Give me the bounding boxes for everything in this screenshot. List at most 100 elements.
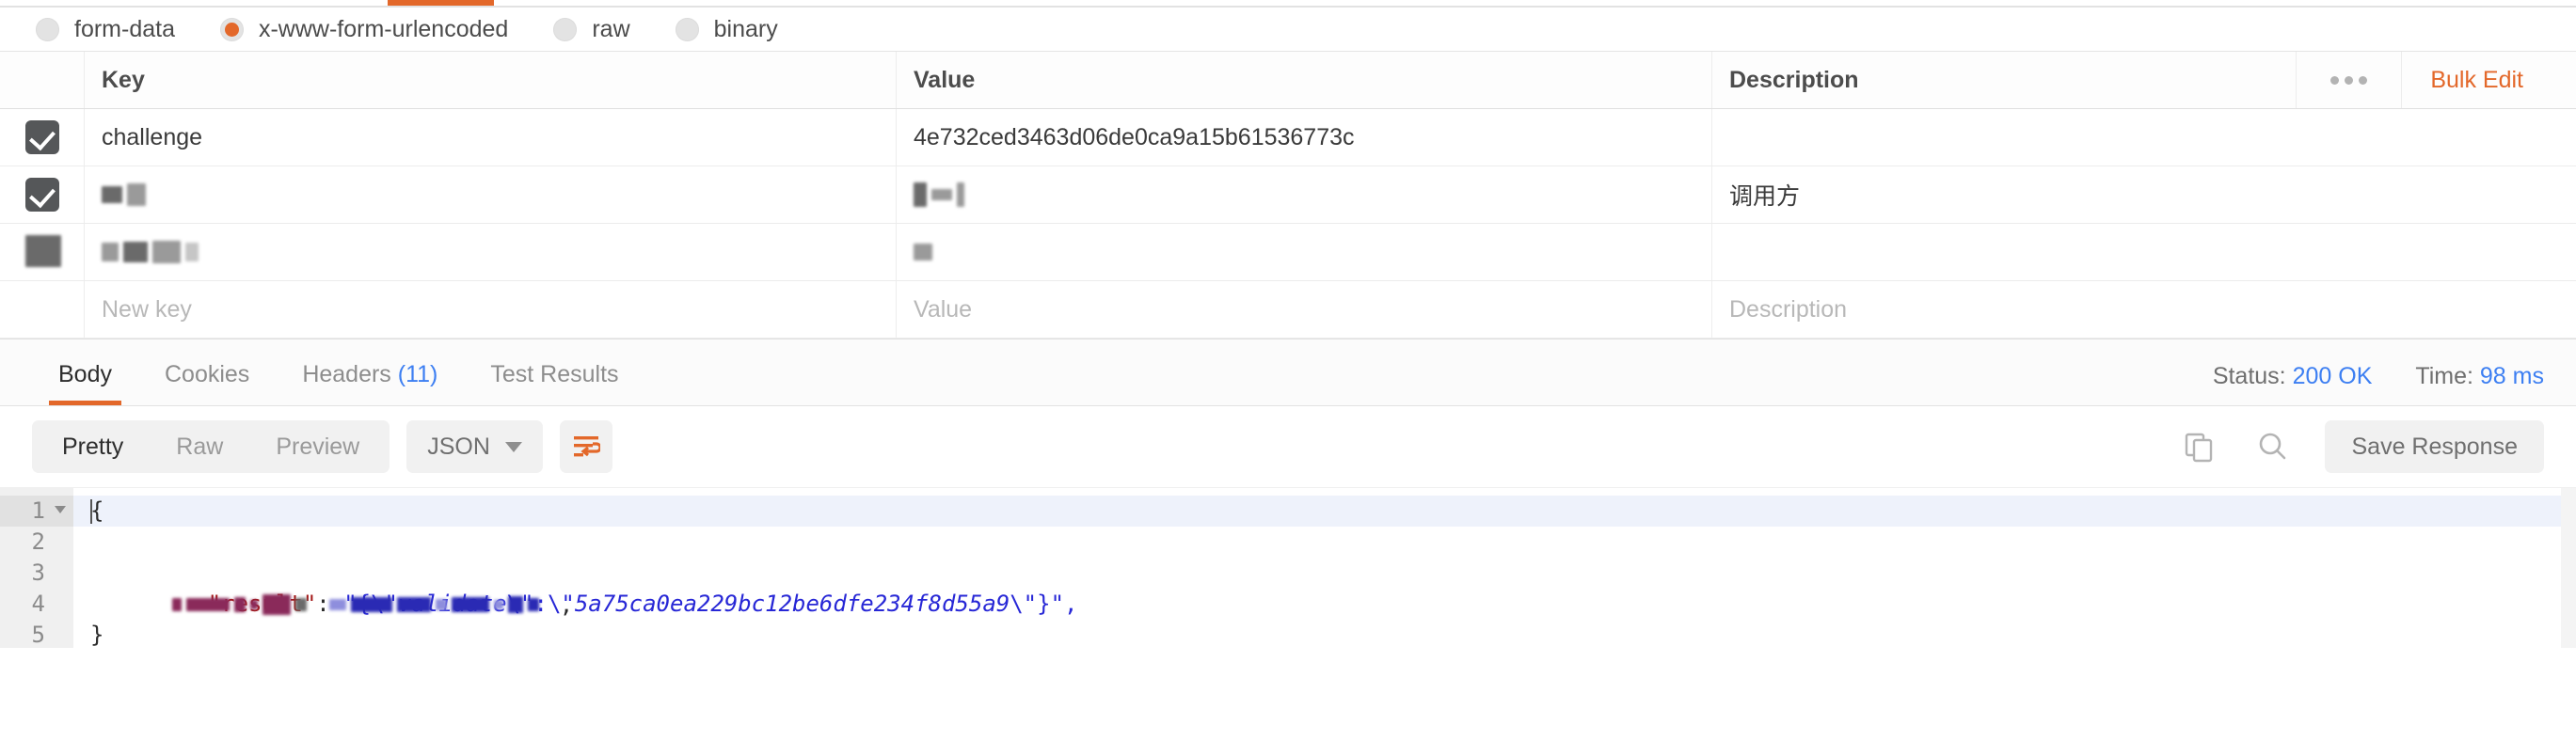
row-checkbox[interactable] (0, 224, 85, 280)
line-number: 2 (0, 527, 73, 558)
row-description[interactable] (1712, 109, 2576, 166)
radio-label: form-data (74, 15, 175, 42)
row-value[interactable]: 4e732ced3463d06de0ca9a15b61536773c (897, 109, 1712, 166)
code-scrollbar[interactable] (2561, 488, 2576, 648)
bulk-edit-button[interactable]: Bulk Edit (2402, 52, 2559, 108)
line-number: 3 (0, 558, 73, 589)
tab-test-results[interactable]: Test Results (464, 361, 644, 405)
tab-cookies-label: Cookies (164, 361, 250, 387)
tab-headers-count: (11) (397, 361, 438, 387)
search-icon (2260, 433, 2286, 460)
request-tab-strip (0, 0, 2576, 8)
code-line-2: , (73, 527, 2576, 618)
row-checkbox[interactable] (0, 109, 85, 166)
word-wrap-icon (573, 436, 600, 457)
new-description-input[interactable]: Description (1712, 281, 2576, 338)
response-body-viewer: 1 2 3 4 5 {,: \":\"5a75ca0ea229bc12be6… (0, 487, 2576, 648)
radio-label: binary (713, 15, 778, 42)
copy-button[interactable] (2178, 426, 2219, 467)
radio-form-data[interactable]: form-data (36, 16, 175, 43)
line-number: 5 (0, 620, 73, 651)
tab-headers-label: Headers (302, 361, 391, 387)
status-label: Status: (2212, 363, 2286, 389)
code-brace-close: } (90, 622, 104, 648)
table-row[interactable]: 调用方 (0, 166, 2576, 224)
checkbox-obscured-icon (24, 235, 61, 269)
radio-icon (553, 17, 578, 41)
redacted-value-content (914, 244, 932, 260)
more-options-icon[interactable] (2296, 52, 2403, 108)
header-description: Description Bulk Edit (1712, 52, 2576, 108)
line-number-label: 2 (31, 528, 45, 555)
row-description[interactable] (1712, 224, 2576, 280)
line-number-label: 3 (31, 560, 45, 586)
tab-cookies[interactable]: Cookies (138, 361, 276, 405)
radio-icon (675, 17, 699, 41)
redacted-value-content (914, 182, 964, 207)
view-mode-raw[interactable]: Raw (150, 420, 249, 473)
checkbox-checked-icon (24, 178, 59, 212)
header-actions: Bulk Edit (1859, 52, 2559, 108)
word-wrap-button[interactable] (559, 420, 612, 473)
tab-test-results-label: Test Results (490, 361, 619, 387)
radio-selected-icon (219, 17, 244, 41)
row-value[interactable] (897, 166, 1712, 223)
radio-label: x-www-form-urlencoded (258, 15, 509, 42)
header-checkbox-cell (0, 52, 85, 108)
row-description[interactable]: 调用方 (1712, 166, 2576, 223)
response-meta: Status: 200 OK Time: 98 ms (2213, 363, 2544, 405)
row-key[interactable] (85, 166, 897, 223)
view-mode-preview[interactable]: Preview (249, 420, 386, 473)
code-line-3: "result": "{\"validate\":\"5a75ca0ea229b… (73, 558, 2576, 617)
tab-headers[interactable]: Headers (11) (276, 361, 464, 405)
line-number[interactable]: 1 (0, 496, 73, 527)
code-result-close: \"}", (1010, 591, 1078, 617)
row-value[interactable] (897, 224, 1712, 280)
chevron-down-icon (504, 441, 522, 452)
params-table: Key Value Description Bulk Edit challeng… (0, 52, 2576, 339)
table-row[interactable] (0, 224, 2576, 281)
search-button[interactable] (2251, 426, 2293, 467)
table-row[interactable]: challenge 4e732ced3463d06de0ca9a15b61536… (0, 109, 2576, 166)
format-dropdown-label: JSON (427, 433, 490, 460)
save-response-button[interactable]: Save Response (2325, 420, 2544, 473)
radio-raw[interactable]: raw (553, 16, 630, 43)
header-description-label: Description (1729, 66, 1859, 93)
radio-x-www-form-urlencoded[interactable]: x-www-form-urlencoded (219, 15, 509, 43)
row-checkbox[interactable] (0, 166, 85, 223)
table-row-new[interactable]: New key Value Description (0, 281, 2576, 339)
time-label: Time: (2415, 363, 2473, 389)
time-value[interactable]: 98 ms (2480, 363, 2544, 389)
params-table-header: Key Value Description Bulk Edit (0, 52, 2576, 109)
line-number: 4 (0, 589, 73, 620)
header-value: Value (897, 52, 1712, 108)
redacted-key-content (102, 241, 199, 263)
view-mode-pretty[interactable]: Pretty (36, 420, 150, 473)
response-tabs: Body Cookies Headers (11) Test Results S… (0, 339, 2576, 406)
new-value-input[interactable]: Value (897, 281, 1712, 338)
fold-arrow-icon[interactable] (55, 506, 66, 513)
code-lines[interactable]: { ,: \":\"5a75ca0ea229bc12be6dfe234f8d5… (73, 488, 2576, 648)
radio-binary[interactable]: binary (675, 15, 778, 43)
line-number-label: 5 (31, 622, 45, 648)
line-number-label: 4 (31, 591, 45, 617)
code-brace-open: { (90, 497, 104, 524)
checkbox-checked-icon (24, 120, 59, 154)
row-key[interactable]: challenge (85, 109, 897, 166)
line-number-gutter: 1 2 3 4 5 (0, 488, 73, 648)
header-key: Key (85, 52, 897, 108)
response-toolbar: Pretty Raw Preview JSON Save Response (0, 406, 2576, 487)
body-type-radio-group: form-data x-www-form-urlencoded raw bina… (0, 8, 2576, 52)
status-value[interactable]: 200 OK (2293, 363, 2373, 389)
code-line-5: } (73, 620, 2576, 648)
new-key-input[interactable]: New key (85, 281, 897, 338)
tab-body[interactable]: Body (32, 361, 138, 405)
response-toolbar-right: Save Response (2178, 420, 2544, 473)
row-key[interactable] (85, 224, 897, 280)
time-group: Time: 98 ms (2415, 363, 2544, 390)
line-number-label: 1 (31, 497, 45, 524)
format-dropdown[interactable]: JSON (406, 420, 543, 473)
radio-icon (36, 17, 59, 41)
status-group: Status: 200 OK (2213, 363, 2373, 390)
active-tab-indicator (388, 0, 494, 6)
